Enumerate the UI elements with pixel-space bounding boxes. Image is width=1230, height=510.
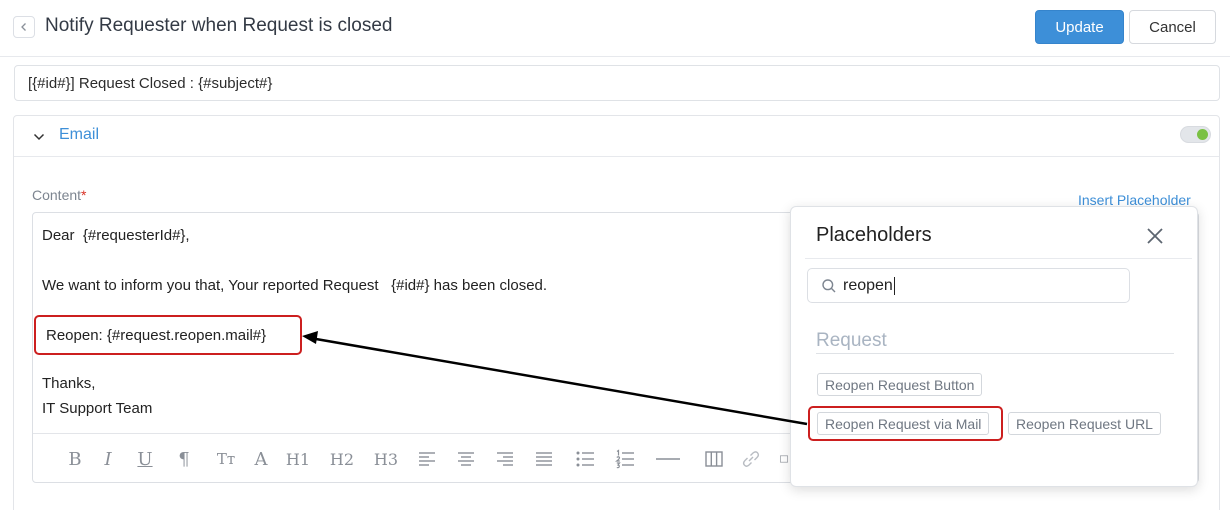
editor-line-reopen-highlighted[interactable]: Reopen: {#request.reopen.mail#}	[34, 315, 302, 355]
email-section-label[interactable]: Email	[59, 126, 99, 144]
update-button[interactable]: Update	[1035, 10, 1124, 44]
table-icon	[705, 451, 723, 467]
image-icon	[780, 455, 788, 463]
placeholder-chip-reopen-request-via-mail[interactable]: Reopen Request via Mail	[817, 412, 990, 435]
heading3-button[interactable]: H3	[373, 447, 399, 471]
header-divider	[0, 56, 1230, 57]
close-icon[interactable]	[1146, 227, 1164, 245]
content-label: Content*	[32, 187, 87, 203]
align-right-button[interactable]	[494, 447, 516, 471]
search-icon	[822, 278, 836, 292]
content-label-text: Content	[32, 187, 82, 203]
numbered-list-icon	[614, 449, 634, 469]
placeholder-search-input[interactable]: reopen	[807, 268, 1130, 303]
text-cursor	[893, 276, 895, 295]
cancel-button[interactable]: Cancel	[1129, 10, 1216, 44]
editor-line-thanks[interactable]: Thanks,	[42, 375, 95, 392]
bold-button[interactable]: B	[65, 447, 85, 471]
bullet-list-icon	[576, 451, 594, 467]
editor-line-signature[interactable]: IT Support Team	[42, 400, 152, 417]
chevron-down-icon[interactable]	[32, 130, 46, 144]
font-size-button[interactable]: Tт	[215, 447, 237, 471]
editor-line-greeting[interactable]: Dear {#requesterId#},	[42, 227, 190, 244]
italic-button[interactable]: I	[100, 447, 116, 471]
bullet-list-button[interactable]	[574, 447, 596, 471]
link-button[interactable]	[740, 447, 762, 471]
group-label-request: Request	[816, 330, 887, 351]
group-divider	[816, 353, 1174, 354]
placeholders-popup: Placeholders reopen Request Reopen Reque…	[790, 206, 1198, 487]
align-right-icon	[497, 452, 513, 466]
page-title: Notify Requester when Request is closed	[45, 15, 393, 36]
popup-divider	[805, 258, 1192, 259]
align-center-button[interactable]	[455, 447, 477, 471]
email-toggle[interactable]	[1180, 126, 1211, 143]
subject-input[interactable]: [{#id#}] Request Closed : {#subject#}	[14, 65, 1220, 101]
horizontal-rule-icon	[656, 458, 680, 460]
link-icon	[742, 451, 760, 467]
table-button[interactable]	[703, 447, 725, 471]
placeholder-chip-reopen-request-url[interactable]: Reopen Request URL	[1008, 412, 1161, 435]
align-left-button[interactable]	[416, 447, 438, 471]
heading2-button[interactable]: H2	[329, 447, 355, 471]
image-button[interactable]	[779, 447, 789, 471]
align-left-icon	[419, 452, 435, 466]
search-value: reopen	[843, 276, 893, 294]
align-justify-button[interactable]	[533, 447, 555, 471]
placeholder-chip-reopen-request-button[interactable]: Reopen Request Button	[817, 373, 983, 396]
back-button[interactable]	[13, 16, 35, 38]
font-button[interactable]: A	[251, 447, 271, 471]
required-marker: *	[81, 187, 87, 203]
email-header-divider	[14, 156, 1219, 157]
align-justify-icon	[536, 452, 552, 466]
popup-title: Placeholders	[816, 224, 932, 246]
underline-button[interactable]: U	[136, 447, 154, 471]
chevron-left-icon	[21, 23, 26, 31]
heading1-button[interactable]: H1	[285, 447, 311, 471]
editor-line-body[interactable]: We want to inform you that, Your reporte…	[42, 277, 547, 294]
horizontal-rule-button[interactable]	[655, 447, 681, 471]
numbered-list-button[interactable]	[614, 447, 636, 471]
align-center-icon	[458, 452, 474, 466]
toggle-knob	[1197, 129, 1208, 140]
paragraph-button[interactable]: ¶	[176, 447, 192, 471]
